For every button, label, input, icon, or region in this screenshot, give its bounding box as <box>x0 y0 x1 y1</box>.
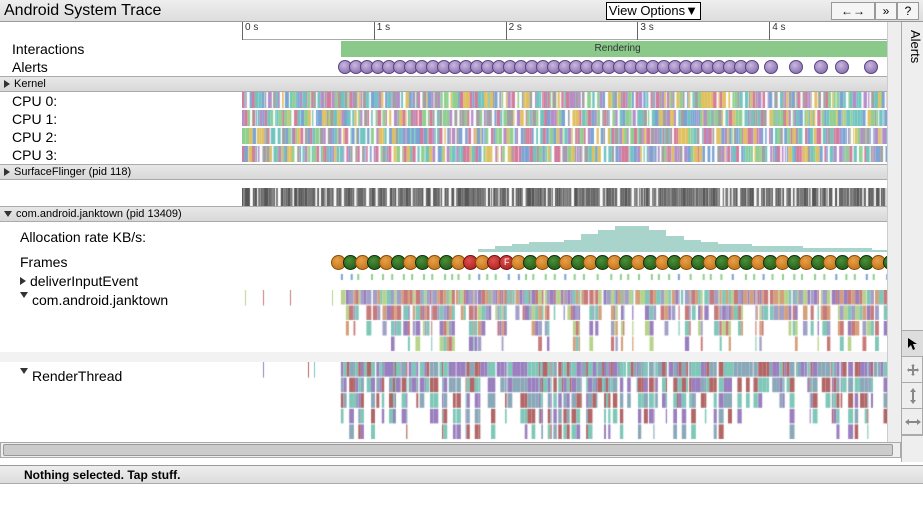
time-ruler[interactable]: 0 s1 s2 s3 s4 s5 s <box>242 22 901 40</box>
frames-label: Frames <box>0 252 242 272</box>
main-thread-label[interactable]: com.android.janktown <box>0 290 242 352</box>
ruler-tick: 0 s <box>242 22 258 40</box>
help-button[interactable]: ? <box>897 2 919 20</box>
chevron-right-icon <box>20 277 26 285</box>
ruler-tick: 1 s <box>374 22 390 40</box>
horizontal-scrollbar[interactable] <box>0 442 901 458</box>
allocation-rate-track[interactable] <box>242 222 901 252</box>
alert-icon[interactable] <box>835 60 849 74</box>
chevron-right-icon <box>4 80 10 88</box>
ruler-tick: 3 s <box>637 22 653 40</box>
main-thread-track[interactable] <box>242 290 901 352</box>
cpu-label: CPU 1: <box>0 110 242 128</box>
cpu-label: CPU 2: <box>0 128 242 146</box>
cpu-track[interactable] <box>242 146 901 162</box>
allocation-rate-label: Allocation rate KB/s: <box>0 222 242 252</box>
render-thread-track[interactable] <box>242 362 901 440</box>
cpu-track[interactable] <box>242 110 901 126</box>
alerts-track[interactable] <box>242 58 901 76</box>
zoom-horizontal-tool-button[interactable] <box>902 409 923 435</box>
frames-track[interactable]: FF <box>242 252 901 272</box>
tool-palette <box>901 330 923 436</box>
cpu-label: CPU 3: <box>0 146 242 164</box>
more-button[interactable]: » <box>875 2 897 20</box>
ruler-tick: 2 s <box>506 22 522 40</box>
kernel-section-label: Kernel <box>14 78 46 90</box>
selection-panel-header: Nothing selected. Tap stuff. <box>0 466 923 484</box>
selection-panel-body <box>0 484 923 508</box>
kernel-section-header[interactable]: Kernel <box>0 76 901 92</box>
app-title: Android System Trace <box>4 2 161 20</box>
chevron-down-icon <box>20 368 28 374</box>
janktown-section-label: com.android.janktown (pid 13409) <box>16 208 182 220</box>
cpu-track[interactable] <box>242 92 901 108</box>
alert-icon[interactable] <box>864 60 878 74</box>
surfaceflinger-row-label <box>0 180 242 206</box>
interactions-label: Interactions <box>0 40 242 58</box>
zoom-vertical-tool-button[interactable] <box>902 383 923 409</box>
chevron-down-icon <box>4 211 12 217</box>
alert-icon[interactable] <box>764 60 778 74</box>
rendering-interaction-bar[interactable]: Rendering <box>341 41 895 57</box>
deliver-input-event-label[interactable]: deliverInputEvent <box>0 272 242 290</box>
chevron-right-icon <box>4 168 10 176</box>
cpu-track[interactable] <box>242 128 901 144</box>
janktown-section-header[interactable]: com.android.janktown (pid 13409) <box>0 206 901 222</box>
surfaceflinger-track[interactable] <box>242 188 901 206</box>
chevron-down-icon <box>20 292 28 298</box>
cpu-label: CPU 0: <box>0 92 242 110</box>
ruler-tick: 4 s <box>769 22 785 40</box>
surfaceflinger-section-label: SurfaceFlinger (pid 118) <box>14 166 131 178</box>
pan-tool-button[interactable] <box>902 357 923 383</box>
alert-icon[interactable] <box>789 60 803 74</box>
alerts-label: Alerts <box>0 58 242 76</box>
view-options-button[interactable]: View Options▼ <box>606 2 701 20</box>
deliver-input-track[interactable] <box>242 272 901 282</box>
nav-leftright-button[interactable]: ←→ <box>831 2 875 20</box>
surfaceflinger-section-header[interactable]: SurfaceFlinger (pid 118) <box>0 164 901 180</box>
alert-icon[interactable] <box>814 60 828 74</box>
pointer-tool-button[interactable] <box>902 331 923 357</box>
vertical-scrollbar[interactable] <box>887 22 901 442</box>
alert-icon[interactable] <box>745 60 759 74</box>
render-thread-label[interactable]: RenderThread <box>0 362 242 440</box>
